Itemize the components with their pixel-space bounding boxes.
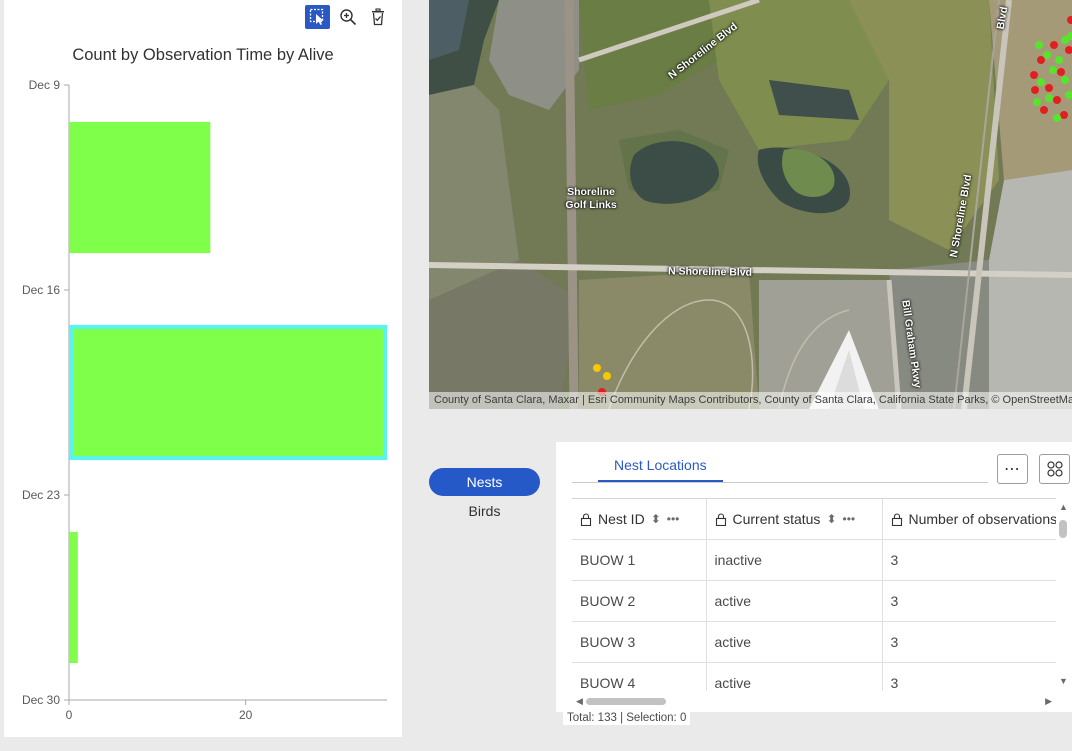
zoom-in-icon: [339, 9, 356, 26]
scroll-down-icon[interactable]: ▼: [1059, 676, 1068, 686]
cell-nest-id: BUOW 4: [572, 662, 707, 691]
select-by-rectangle-icon: [309, 8, 323, 25]
attribute-table: Nest ID ⬍ ••• Current status ⬍ ••• Numbe…: [572, 498, 1056, 691]
place-label: Shoreline Golf Links: [565, 186, 617, 211]
zoom-in-button[interactable]: [335, 5, 360, 29]
sort-icon[interactable]: ⬍: [651, 512, 661, 526]
column-menu-icon[interactable]: •••: [843, 512, 856, 526]
cell-current-status: active: [706, 621, 883, 663]
vertical-scrollbar[interactable]: ▲ ▼: [1056, 498, 1072, 690]
lock-icon: [580, 512, 592, 526]
scroll-up-icon[interactable]: ▲: [1059, 502, 1068, 512]
chart-panel: Count by Observation Time by Alive Dec 9…: [4, 0, 402, 737]
scroll-left-icon[interactable]: ◀: [576, 696, 583, 707]
layer-switcher: Nests Birds: [429, 468, 540, 525]
bar[interactable]: [69, 531, 78, 664]
ellipsis-icon: ⋯: [1004, 461, 1021, 478]
table-row[interactable]: BUOW 2 active 3: [572, 580, 1056, 622]
cell-number-of-observations: 3: [882, 539, 1056, 581]
table-row[interactable]: BUOW 1 inactive 3: [572, 539, 1056, 581]
column-label: Current status: [732, 511, 821, 527]
tab-nest-locations[interactable]: Nest Locations: [598, 442, 723, 482]
cell-number-of-observations: 3: [882, 662, 1056, 691]
bar[interactable]: [69, 121, 211, 254]
table-footer: Total: 133 | Selection: 0: [563, 711, 691, 725]
column-label: Number of observations: [908, 511, 1057, 527]
y-tick-label: Dec 23: [22, 488, 60, 502]
chart-toolbar: [305, 5, 390, 29]
attribute-table-card: Nest Locations ⋯ Nest ID ⬍ ••• Current s…: [556, 442, 1072, 712]
select-by-rectangle-button[interactable]: [305, 5, 330, 29]
layer-birds-button[interactable]: Birds: [429, 497, 540, 525]
layer-nests-button[interactable]: Nests: [429, 468, 540, 496]
tab-bar: Nest Locations: [572, 442, 988, 483]
grid-layout-icon: [1046, 461, 1063, 477]
cell-nest-id: BUOW 1: [572, 539, 707, 581]
bar-selected[interactable]: [69, 324, 387, 461]
x-tick-label: 20: [239, 708, 253, 722]
clear-selection-icon: [371, 8, 384, 26]
bar-chart: Dec 9 Dec 16 Dec 23 Dec 30 0 20: [22, 78, 387, 722]
scroll-thumb[interactable]: [1059, 520, 1067, 538]
road-label: N Shoreline Blvd: [667, 265, 753, 279]
map-view[interactable]: N Shoreline Blvd N Shoreline Blvd N Shor…: [429, 0, 1072, 409]
sort-icon[interactable]: ⬍: [826, 512, 836, 526]
more-options-button[interactable]: ⋯: [997, 454, 1028, 484]
chart-title: Count by Observation Time by Alive: [72, 46, 334, 64]
clear-selection-button[interactable]: [365, 5, 390, 29]
scroll-right-icon[interactable]: ▶: [1045, 696, 1052, 707]
table-row[interactable]: BUOW 4 active 3: [572, 662, 1056, 691]
column-menu-icon[interactable]: •••: [667, 512, 680, 526]
cell-number-of-observations: 3: [882, 580, 1056, 622]
cell-current-status: active: [706, 662, 883, 691]
scroll-thumb[interactable]: [586, 698, 666, 705]
column-header-nest-id[interactable]: Nest ID ⬍ •••: [572, 499, 707, 540]
cell-nest-id: BUOW 3: [572, 621, 707, 663]
column-header-current-status[interactable]: Current status ⬍ •••: [706, 499, 883, 540]
y-tick-label: Dec 9: [29, 78, 61, 92]
cell-current-status: inactive: [706, 539, 883, 581]
lock-icon: [715, 512, 726, 526]
x-tick-label: 0: [66, 708, 73, 722]
cell-number-of-observations: 3: [882, 621, 1056, 663]
horizontal-scrollbar[interactable]: ◀ ▶: [572, 694, 1056, 708]
column-label: Nest ID: [598, 511, 645, 527]
cell-nest-id: BUOW 2: [572, 580, 707, 622]
y-tick-label: Dec 16: [22, 283, 60, 297]
y-tick-label: Dec 30: [22, 693, 60, 707]
layout-button[interactable]: [1039, 454, 1070, 484]
cell-current-status: active: [706, 580, 883, 622]
table-row[interactable]: BUOW 3 active 3: [572, 621, 1056, 663]
map-attribution: County of Santa Clara, Maxar | Esri Comm…: [429, 392, 1072, 409]
table-header-row: Nest ID ⬍ ••• Current status ⬍ ••• Numbe…: [572, 499, 1056, 540]
satellite-basemap: [429, 0, 1072, 409]
lock-icon: [891, 512, 902, 526]
column-header-number-of-observations[interactable]: Number of observations: [882, 499, 1056, 540]
